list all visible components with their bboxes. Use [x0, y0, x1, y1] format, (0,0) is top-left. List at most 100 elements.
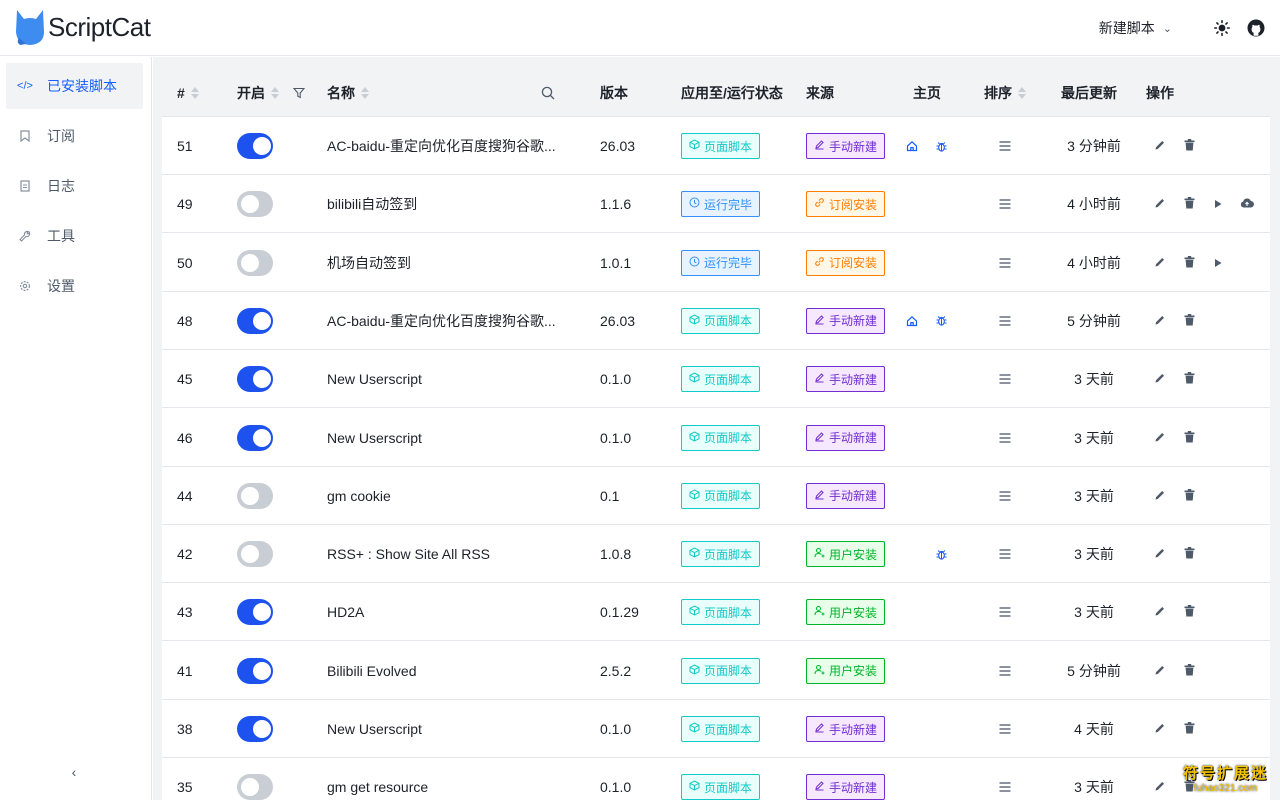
drag-handle[interactable] — [999, 175, 1011, 233]
script-name[interactable]: RSS+ : Show Site All RSS — [327, 525, 490, 583]
drag-handle[interactable] — [999, 758, 1011, 800]
delete-button[interactable] — [1181, 488, 1197, 504]
edit-button[interactable] — [1152, 313, 1168, 329]
script-version: 0.1.0 — [600, 721, 632, 737]
delete-button[interactable] — [1181, 255, 1197, 271]
script-name[interactable]: New Userscript — [327, 350, 422, 408]
cloud-upload-button[interactable] — [1239, 196, 1255, 212]
bug-icon[interactable] — [934, 547, 948, 561]
script-name[interactable]: AC-baidu-重定向优化百度搜狗谷歌... — [327, 292, 556, 350]
edit-button[interactable] — [1152, 546, 1168, 562]
name-search-button[interactable] — [541, 69, 555, 117]
new-script-dropdown[interactable]: 新建脚本 ⌄ — [1099, 18, 1172, 38]
sidebar-item-subscriptions[interactable]: 订阅 — [6, 113, 143, 159]
script-name[interactable]: Bilibili Evolved — [327, 642, 416, 700]
pencil-icon — [1154, 779, 1166, 795]
tag-label: 用户安装 — [829, 605, 878, 620]
source-tag: 订阅安装 — [806, 191, 886, 218]
enable-toggle[interactable] — [237, 599, 273, 626]
enable-toggle[interactable] — [237, 366, 273, 393]
bug-icon[interactable] — [934, 139, 948, 153]
edit-button[interactable] — [1152, 663, 1168, 679]
drag-handle[interactable] — [999, 350, 1011, 408]
delete-button[interactable] — [1181, 430, 1197, 446]
drag-handle[interactable] — [999, 642, 1011, 700]
col-header-name[interactable]: 名称 — [327, 69, 369, 117]
script-name[interactable]: 机场自动签到 — [327, 234, 411, 292]
enable-toggle[interactable] — [237, 307, 273, 334]
pencil-icon — [814, 780, 825, 794]
drag-handle[interactable] — [999, 583, 1011, 641]
edit-button[interactable] — [1152, 255, 1168, 271]
pencil-icon — [1154, 138, 1166, 154]
enable-toggle[interactable] — [237, 774, 273, 800]
app-logo[interactable]: ScriptCat — [14, 8, 151, 46]
drag-handle[interactable] — [999, 234, 1011, 292]
delete-button[interactable] — [1181, 721, 1197, 737]
run-button[interactable] — [1210, 196, 1226, 212]
edit-button[interactable] — [1152, 371, 1168, 387]
home-icon[interactable] — [905, 314, 919, 328]
edit-button[interactable] — [1152, 779, 1168, 795]
script-name[interactable]: HD2A — [327, 583, 364, 641]
delete-button[interactable] — [1181, 196, 1197, 212]
enable-toggle[interactable] — [237, 133, 273, 159]
table-row: 41 Bilibili Evolved 2.5.2 页面脚本 用户安装 5 分钟… — [162, 642, 1270, 700]
script-name[interactable]: New Userscript — [327, 700, 422, 758]
delete-button[interactable] — [1181, 313, 1197, 329]
col-header-enabled[interactable]: 开启 — [237, 69, 305, 117]
filter-icon[interactable] — [293, 87, 305, 99]
edit-button[interactable] — [1152, 721, 1168, 737]
col-header-id[interactable]: # — [177, 69, 199, 117]
col-header-order[interactable]: 排序 — [984, 69, 1026, 117]
script-name[interactable]: AC-baidu-重定向优化百度搜狗谷歌... — [327, 117, 556, 175]
run-button[interactable] — [1210, 255, 1226, 271]
bug-icon[interactable] — [934, 314, 948, 328]
script-name[interactable]: gm get resource — [327, 758, 428, 800]
drag-handle[interactable] — [999, 292, 1011, 350]
github-button[interactable] — [1246, 18, 1266, 38]
enable-toggle[interactable] — [237, 541, 273, 568]
script-id: 41 — [177, 662, 193, 679]
drag-handle[interactable] — [999, 525, 1011, 583]
toggle-knob — [241, 195, 259, 214]
sidebar-item-settings[interactable]: 设置 — [6, 263, 143, 309]
edit-button[interactable] — [1152, 430, 1168, 446]
delete-button[interactable] — [1181, 138, 1197, 154]
enable-toggle[interactable] — [237, 249, 273, 276]
edit-button[interactable] — [1152, 138, 1168, 154]
edit-button[interactable] — [1152, 488, 1168, 504]
drag-handle[interactable] — [999, 467, 1011, 525]
theme-toggle-button[interactable] — [1212, 18, 1232, 38]
cube-icon — [689, 489, 700, 503]
delete-button[interactable] — [1181, 604, 1197, 620]
script-id: 45 — [177, 371, 193, 388]
sidebar-item-logs[interactable]: 日志 — [6, 163, 143, 209]
menu-icon — [999, 488, 1011, 504]
sidebar-item-installed-scripts[interactable]: </> 已安装脚本 — [6, 63, 143, 109]
col-header-actions: 操作 — [1146, 85, 1174, 101]
home-icon[interactable] — [905, 139, 919, 153]
table-row: 44 gm cookie 0.1 页面脚本 手动新建 3 天前 — [162, 467, 1270, 525]
enable-toggle[interactable] — [237, 716, 273, 742]
sidebar-collapse-button[interactable]: ‹ — [64, 762, 84, 782]
script-version: 0.1.29 — [600, 604, 639, 621]
script-name[interactable]: New Userscript — [327, 409, 422, 467]
delete-button[interactable] — [1181, 663, 1197, 679]
delete-button[interactable] — [1181, 546, 1197, 562]
script-name[interactable]: bilibili自动签到 — [327, 175, 417, 233]
delete-button[interactable] — [1181, 371, 1197, 387]
enable-toggle[interactable] — [237, 424, 273, 451]
drag-handle[interactable] — [999, 409, 1011, 467]
enable-toggle[interactable] — [237, 482, 273, 509]
drag-handle[interactable] — [999, 700, 1011, 758]
sidebar-item-tools[interactable]: 工具 — [6, 213, 143, 259]
drag-handle[interactable] — [999, 117, 1011, 175]
enable-toggle[interactable] — [237, 657, 273, 684]
script-id: 38 — [177, 721, 193, 737]
edit-button[interactable] — [1152, 196, 1168, 212]
edit-button[interactable] — [1152, 604, 1168, 620]
enable-toggle[interactable] — [237, 191, 273, 218]
table-row: 45 New Userscript 0.1.0 页面脚本 手动新建 3 天前 — [162, 350, 1270, 409]
script-name[interactable]: gm cookie — [327, 467, 391, 525]
